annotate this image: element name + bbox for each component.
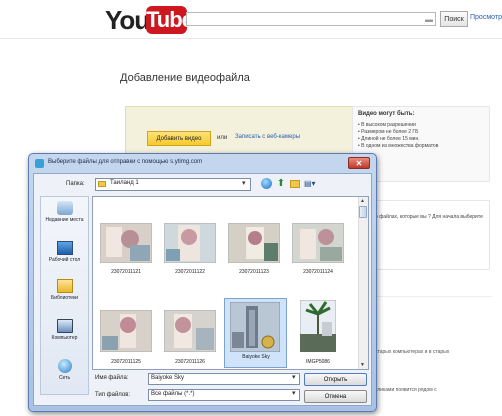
place-desktop[interactable]: Рабочий стол [41,241,88,263]
file-thumbnail[interactable] [100,310,152,352]
info-text: о файлах, которые вы ? Для начала выбери… [375,214,483,220]
dialog-title: Выберите файлы для отправки с помощью s.… [48,159,203,165]
close-icon[interactable]: ✕ [348,157,370,169]
file-name[interactable]: 23072011121 [94,269,158,275]
file-type-value[interactable]: Все файлы (*.*) [151,391,194,397]
cancel-button[interactable]: Отмена [304,390,367,403]
requirements-list: • В высоком разрешении • Размером не бол… [358,122,488,150]
file-name[interactable]: Baiyoke Sky [224,354,288,360]
place-label: Рабочий стол [48,257,81,263]
globe-icon[interactable] [261,178,272,189]
search-input[interactable] [186,12,436,26]
requirements-title: Видео могут быть: [358,111,415,117]
place-recent[interactable]: Недавние места [41,201,88,223]
vertical-scrollbar[interactable] [358,197,368,369]
place-network[interactable]: Сеть [41,359,88,381]
place-computer[interactable]: Компьютер [41,319,88,341]
place-label: Сеть [58,375,71,381]
browser-icon [35,159,44,168]
keyboard-icon[interactable]: ▬ [425,15,433,24]
file-name[interactable]: 23072011125 [94,359,158,365]
file-name-value[interactable]: Baiyoke Sky [151,375,184,381]
recent-places-icon [56,201,73,215]
file-thumbnail-selected[interactable] [230,302,280,352]
upload-video-button[interactable]: Добавить видео [147,131,211,146]
file-type-label: Тип файлов: [95,392,131,398]
or-text: или [217,135,228,141]
chevron-down-icon[interactable]: ▾ [242,179,246,187]
look-in-label: Папка: [66,181,85,187]
scroll-down-icon[interactable]: ▼ [360,362,365,368]
record-webcam-link[interactable]: Записать с веб-камеры [235,134,300,140]
search-button[interactable]: Поиск [440,11,468,27]
file-thumbnail[interactable] [164,223,216,263]
scroll-up-icon[interactable]: ▲ [360,198,365,204]
youtube-logo-tube[interactable]: Tube [146,6,194,34]
file-name[interactable]: 23072011126 [158,359,222,365]
info-text-2: старых компьютерах и в старых [375,349,450,355]
requirement-item: • Длиной не более 15 мин. [358,136,420,142]
info-text-3: кликами появится рядом с [375,387,437,393]
file-thumbnail[interactable] [228,223,280,263]
place-label: Библиотеки [50,295,79,301]
up-folder-icon[interactable]: ⬆ [276,178,286,189]
requirement-item: • В одном из множества форматов [358,143,439,149]
network-icon [57,359,72,373]
place-label: Компьютер [51,335,78,341]
browse-link[interactable]: Просмотр [470,14,502,21]
views-menu-icon[interactable]: ▤▾ [304,178,319,189]
file-name[interactable]: 23072011123 [222,269,286,275]
youtube-logo-you[interactable]: You [105,5,150,36]
desktop-icon [56,241,73,255]
file-name[interactable]: IMGP5086 [286,359,350,365]
page-title: Добавление видеофайла [120,72,250,84]
libraries-icon [56,279,73,293]
new-folder-icon[interactable] [290,180,300,188]
folder-icon [98,181,106,187]
place-libraries[interactable]: Библиотеки [41,279,88,301]
file-thumbnail[interactable] [300,300,336,352]
chevron-down-icon[interactable]: ▾ [292,373,296,381]
requirement-item: • Размером не более 2 ГБ [358,129,419,135]
file-thumbnail[interactable] [164,310,216,352]
places-bar: Недавние места Рабочий стол Библиотеки К… [40,196,89,395]
file-thumbnail[interactable] [100,223,152,263]
place-label: Недавние места [45,217,84,223]
requirement-item: • В высоком разрешении [358,122,416,128]
file-thumbnail[interactable] [292,223,344,263]
file-name[interactable]: 23072011122 [158,269,222,275]
open-button[interactable]: Открыть [304,373,367,386]
chevron-down-icon[interactable]: ▾ [292,389,296,397]
scrollbar-thumb[interactable] [359,206,367,218]
file-name[interactable]: 23072011124 [286,269,350,275]
file-name-label: Имя файла: [95,375,129,381]
header-divider [0,38,502,39]
look-in-value[interactable]: Таиланд 1 [110,180,139,186]
computer-icon [56,319,73,333]
